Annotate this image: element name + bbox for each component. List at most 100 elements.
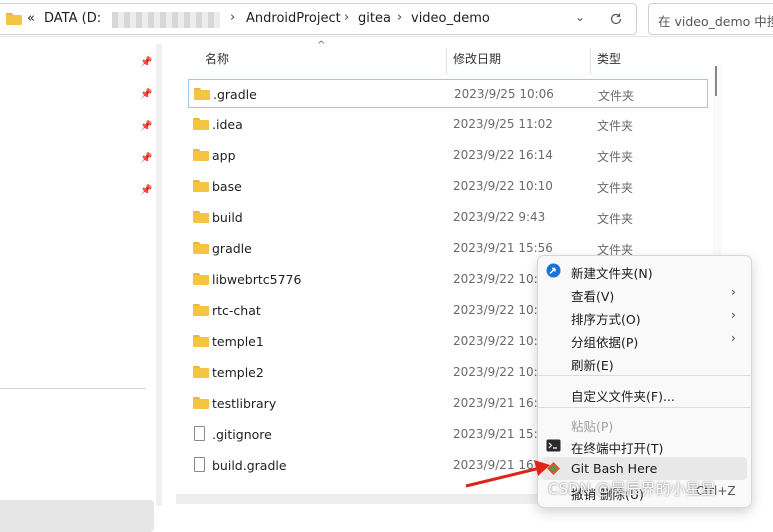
file-name: build bbox=[212, 210, 243, 225]
table-row[interactable]: .idea 2023/9/25 11:02 文件夹 bbox=[188, 110, 708, 139]
navigation-pane: 📌 📌 📌 📌 📌 bbox=[0, 37, 158, 532]
breadcrumb-video-demo[interactable]: video_demo bbox=[411, 11, 490, 26]
terminal-icon bbox=[546, 439, 561, 452]
file-name: build.gradle bbox=[212, 458, 287, 473]
file-date: 2023/9/22 9:43 bbox=[453, 210, 546, 224]
breadcrumb-overflow[interactable]: « bbox=[27, 11, 35, 26]
red-arrow-annotation bbox=[465, 460, 550, 488]
column-divider[interactable] bbox=[446, 48, 447, 74]
folder-icon bbox=[193, 304, 209, 316]
menu-item[interactable]: 分组依据(P) › bbox=[538, 328, 751, 351]
file-type: 文件夹 bbox=[598, 89, 635, 103]
watermark: CSDN @晨辰界的小星星 bbox=[548, 480, 716, 498]
column-header-date[interactable]: 修改日期 bbox=[453, 50, 501, 72]
menu-separator bbox=[538, 375, 751, 376]
nav-scrollbar[interactable] bbox=[156, 44, 162, 506]
file-date: 2023/9/21 15:56 bbox=[453, 241, 553, 255]
pin-icon[interactable]: 📌 bbox=[140, 121, 152, 133]
file-date: 2023/9/21 15: bbox=[453, 427, 538, 441]
file-date: 2023/9/22 16:14 bbox=[453, 148, 553, 162]
pin-icon[interactable]: 📌 bbox=[140, 153, 152, 165]
file-date: 2023/9/22 10: bbox=[453, 334, 538, 348]
menu-item-label: 在终端中打开(T) bbox=[571, 441, 664, 456]
file-name: temple2 bbox=[212, 365, 264, 380]
menu-separator bbox=[538, 407, 751, 408]
file-name: .gradle bbox=[213, 87, 257, 102]
file-date: 2023/9/22 10: bbox=[453, 365, 538, 379]
pin-icon[interactable]: 📌 bbox=[140, 57, 152, 69]
menu-item-label: 分组依据(P) bbox=[571, 335, 639, 350]
file-name: temple1 bbox=[212, 334, 264, 349]
file-name: .idea bbox=[212, 117, 243, 132]
file-icon bbox=[194, 426, 205, 441]
folder-icon bbox=[193, 366, 209, 378]
file-type: 文件夹 bbox=[597, 119, 634, 133]
file-date: 2023/9/21 16: bbox=[453, 396, 538, 410]
menu-item[interactable]: 刷新(E) bbox=[538, 351, 751, 374]
pin-icon[interactable]: 📌 bbox=[140, 185, 152, 197]
menu-item-label: 刷新(E) bbox=[571, 358, 614, 373]
menu-item[interactable]: 在终端中打开(T) bbox=[538, 434, 751, 457]
file-icon bbox=[194, 457, 205, 472]
chevron-right-icon: › bbox=[731, 308, 736, 322]
new-folder-icon bbox=[546, 263, 561, 278]
menu-item: 粘贴(P) bbox=[538, 412, 751, 435]
menu-item[interactable]: 查看(V) › bbox=[538, 282, 751, 305]
breadcrumb[interactable]: « DATA (D: › AndroidProject › gitea › vi… bbox=[0, 3, 637, 35]
menu-item[interactable]: Git Bash Here bbox=[542, 457, 747, 480]
table-row[interactable]: .gradle 2023/9/25 10:06 文件夹 bbox=[188, 79, 708, 108]
file-name: libwebrtc5776 bbox=[212, 272, 302, 287]
menu-item[interactable]: 自定义文件夹(F)... bbox=[538, 382, 751, 405]
pin-icon[interactable]: 📌 bbox=[140, 89, 152, 101]
table-row[interactable]: base 2023/9/22 10:10 文件夹 bbox=[188, 172, 708, 201]
file-name: rtc-chat bbox=[212, 303, 261, 318]
chevron-right-icon: › bbox=[230, 10, 236, 25]
folder-icon bbox=[193, 335, 209, 347]
file-date: 2023/9/22 10: bbox=[453, 303, 538, 317]
folder-icon bbox=[193, 273, 209, 285]
file-name: .gitignore bbox=[212, 427, 272, 442]
folder-icon bbox=[193, 242, 209, 254]
folder-icon bbox=[193, 118, 209, 130]
search-placeholder: 在 video_demo 中搜索 bbox=[658, 14, 773, 29]
context-menu: 新建文件夹(N) 查看(V) › 排序方式(O) › 分组依据(P) › 刷新(E) 自定义文件… bbox=[537, 255, 752, 508]
menu-item-label: 新建文件夹(N) bbox=[571, 266, 653, 281]
folder-icon bbox=[6, 13, 22, 25]
column-divider[interactable] bbox=[590, 48, 591, 74]
chevron-right-icon: › bbox=[731, 331, 736, 345]
file-type: 文件夹 bbox=[597, 181, 634, 195]
file-name: app bbox=[212, 148, 236, 163]
table-row[interactable]: app 2023/9/22 16:14 文件夹 bbox=[188, 141, 708, 170]
refresh-icon[interactable] bbox=[609, 12, 623, 26]
chevron-right-icon: › bbox=[731, 285, 736, 299]
column-header-name[interactable]: 名称 bbox=[205, 50, 229, 72]
menu-item[interactable]: 新建文件夹(N) bbox=[538, 259, 751, 282]
breadcrumb-drive[interactable]: DATA (D: bbox=[44, 11, 101, 26]
sort-ascending-icon: ^ bbox=[317, 40, 326, 51]
menu-item-label: 排序方式(O) bbox=[571, 312, 641, 327]
chevron-right-icon: › bbox=[344, 10, 350, 25]
file-date: 2023/9/25 11:02 bbox=[453, 117, 553, 131]
scrollbar-thumb[interactable] bbox=[715, 66, 717, 96]
folder-icon bbox=[193, 397, 209, 409]
nav-divider bbox=[0, 388, 146, 389]
chevron-right-icon: › bbox=[397, 10, 403, 25]
table-row[interactable]: build 2023/9/22 9:43 文件夹 bbox=[188, 203, 708, 232]
nav-selected-item[interactable] bbox=[0, 500, 154, 532]
file-name: base bbox=[212, 179, 242, 194]
folder-icon bbox=[194, 88, 210, 100]
breadcrumb-gitea[interactable]: gitea bbox=[358, 11, 391, 26]
file-date: 2023/9/25 10:06 bbox=[454, 87, 554, 101]
column-header-type[interactable]: 类型 bbox=[597, 50, 621, 72]
search-input[interactable]: 在 video_demo 中搜索 bbox=[648, 3, 773, 35]
file-date: 2023/9/22 10:10 bbox=[453, 179, 553, 193]
folder-icon bbox=[193, 180, 209, 192]
file-name: gradle bbox=[212, 241, 252, 256]
breadcrumb-androidproject[interactable]: AndroidProject bbox=[246, 11, 341, 26]
menu-item[interactable]: 排序方式(O) › bbox=[538, 305, 751, 328]
chevron-down-icon[interactable]: ⌄ bbox=[575, 10, 585, 24]
file-date: 2023/9/22 10: bbox=[453, 272, 538, 286]
folder-icon bbox=[193, 149, 209, 161]
menu-item-label: 查看(V) bbox=[571, 289, 615, 304]
redacted-path bbox=[112, 12, 220, 28]
